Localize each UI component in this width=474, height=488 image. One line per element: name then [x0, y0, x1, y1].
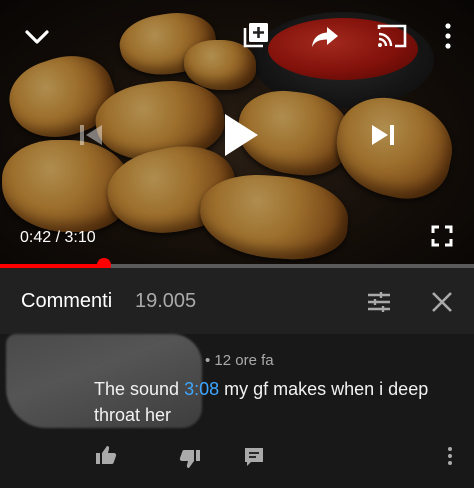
comment-text-start: The sound — [94, 379, 185, 399]
next-icon[interactable] — [366, 118, 400, 152]
previous-icon — [74, 118, 108, 152]
fullscreen-icon[interactable] — [428, 222, 456, 250]
cast-icon[interactable] — [376, 22, 408, 50]
time-separator: / — [51, 229, 65, 246]
video-player[interactable]: 0:42 / 3:10 — [0, 0, 474, 266]
dislike-icon[interactable] — [176, 446, 204, 472]
close-icon[interactable] — [428, 288, 456, 316]
comment-meta: • 12 ore fa — [205, 352, 274, 369]
reply-icon[interactable] — [240, 444, 268, 470]
time-display: 0:42 / 3:10 — [20, 229, 96, 247]
comment-more-icon[interactable] — [440, 442, 460, 470]
duration: 3:10 — [64, 229, 96, 246]
comment-body: The sound 3:08 my gf makes when i deep t… — [94, 376, 464, 428]
comments-title: Commenti — [21, 290, 113, 312]
more-vert-icon[interactable] — [438, 20, 458, 52]
sort-icon[interactable] — [364, 288, 394, 316]
current-time: 0:42 — [20, 229, 52, 246]
play-icon[interactable] — [218, 110, 264, 160]
timestamp-link[interactable]: 3:08 — [184, 379, 219, 399]
comments-count: 19.005 — [135, 290, 197, 312]
share-icon[interactable] — [310, 24, 340, 50]
like-icon[interactable] — [92, 442, 120, 468]
add-to-playlist-icon[interactable] — [241, 20, 271, 50]
chevron-down-icon[interactable] — [22, 22, 52, 52]
